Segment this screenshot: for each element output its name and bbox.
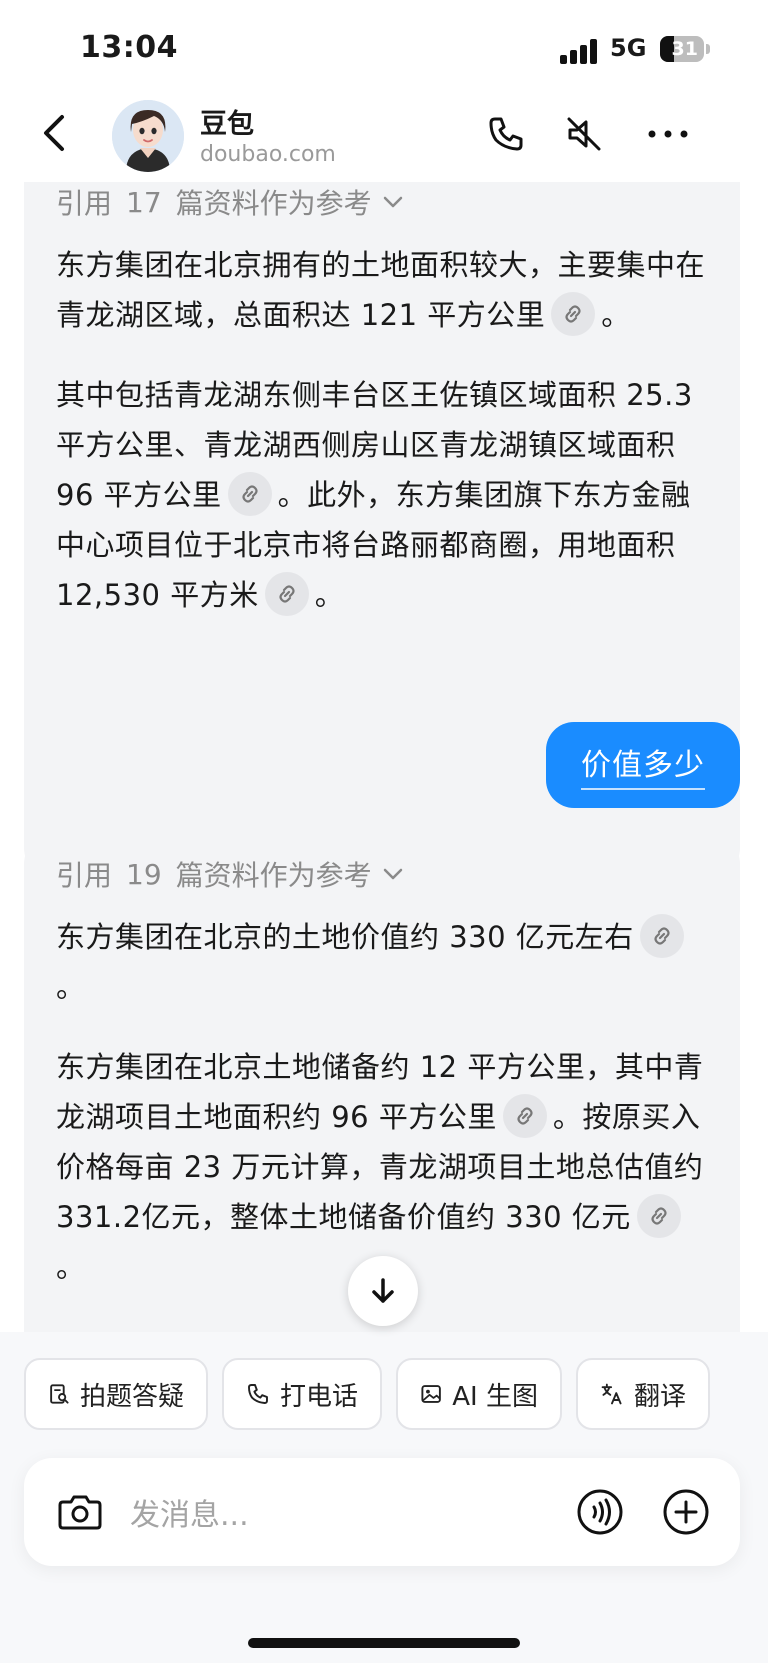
ref-count: 19 [126, 857, 162, 891]
phone-icon [248, 1384, 268, 1404]
citation-link-icon[interactable] [264, 572, 309, 616]
chevron-down-icon [383, 196, 402, 208]
message-input[interactable]: 发消息... [130, 1490, 249, 1534]
avatar[interactable] [112, 100, 184, 172]
ref-count: 17 [126, 185, 162, 219]
more-icon [648, 130, 688, 138]
paragraph-text: 。 [56, 970, 86, 1004]
citation-link-icon[interactable] [227, 472, 272, 516]
message-paragraph: 东方集团在北京拥有的土地面积较大，主要集中在青龙湖区域，总面积达 121 平方公… [56, 240, 708, 340]
battery-icon: 31 [660, 36, 704, 62]
citation-link-icon[interactable] [502, 1094, 547, 1138]
chat-title: 豆包 [200, 109, 254, 140]
voice-button[interactable] [574, 1486, 626, 1538]
message-paragraph: 东方集团在北京的土地价值约 330 亿元左右。 [56, 912, 708, 1012]
network-type: 5G [610, 34, 647, 62]
bottom-panel: 拍题答疑 打电话 AI 生图 翻译 发消息... [0, 1332, 768, 1663]
quick-action-label: 翻译 [633, 1381, 686, 1412]
signal-icon [560, 38, 600, 64]
mute-icon [567, 117, 601, 151]
user-message[interactable]: 价值多少 [546, 722, 740, 808]
back-arrow-icon [44, 115, 64, 151]
phone-icon [489, 117, 523, 151]
quick-action-label: 拍题答疑 [79, 1381, 184, 1412]
voice-icon [577, 1489, 623, 1535]
paragraph-text: 。 [314, 578, 345, 612]
translate-icon [601, 1383, 622, 1405]
mute-button[interactable] [560, 110, 608, 158]
plus-icon [663, 1489, 709, 1535]
paragraph-text: 。 [56, 1250, 86, 1284]
message-input-bar: 发消息... [24, 1458, 740, 1566]
paragraph-text: 东方集团在北京的土地价值约 330 亿元左右 [56, 920, 634, 954]
citation-link-icon[interactable] [636, 1194, 681, 1238]
ref-prefix: 引用 [56, 187, 113, 220]
paragraph-text: 。 [601, 298, 631, 332]
scroll-to-bottom-button[interactable] [348, 1256, 418, 1326]
ref-prefix: 引用 [56, 859, 113, 892]
quick-action-label: 打电话 [279, 1381, 358, 1412]
camera-button[interactable] [54, 1486, 106, 1538]
reference-toggle[interactable]: 引用 19 篇资料作为参考 [56, 854, 708, 894]
reference-toggle[interactable]: 引用 17 篇资料作为参考 [56, 182, 708, 222]
call-button[interactable] [482, 110, 530, 158]
citation-link-icon[interactable] [639, 914, 684, 958]
quick-action-photo-question[interactable]: 拍题答疑 [24, 1358, 208, 1430]
ref-suffix: 篇资料作为参考 [175, 859, 372, 892]
battery-nub [706, 44, 710, 54]
battery-level: 31 [671, 38, 698, 60]
status-bar: 13:04 5G 31 [0, 0, 768, 96]
quick-action-label: AI 生图 [452, 1381, 538, 1412]
chat-subtitle: doubao.com [200, 142, 336, 167]
home-indicator [248, 1638, 520, 1648]
status-time: 13:04 [80, 30, 178, 65]
quick-actions: 拍题答疑 打电话 AI 生图 翻译 [24, 1358, 768, 1430]
message-paragraph: 其中包括青龙湖东侧丰台区王佐镇区域面积 25.3 平方公里、青龙湖西侧房山区青龙… [56, 370, 708, 620]
chat-header: 豆包 doubao.com [0, 96, 768, 182]
chat-area[interactable]: 引用 17 篇资料作为参考 东方集团在北京拥有的土地面积较大，主要集中在青龙湖区… [0, 182, 768, 1332]
back-button[interactable] [30, 108, 80, 158]
message-paragraph: 东方集团在北京土地储备约 12 平方公里，其中青龙湖项目土地面积约 96 平方公… [56, 1042, 708, 1292]
chevron-down-icon [383, 868, 402, 880]
citation-link-icon[interactable] [551, 292, 596, 336]
quick-action-translate[interactable]: 翻译 [576, 1358, 710, 1430]
camera-icon [58, 1495, 102, 1530]
image-icon [421, 1385, 441, 1403]
arrow-down-icon [372, 1278, 394, 1303]
ref-suffix: 篇资料作为参考 [175, 187, 372, 220]
user-message-text: 价值多少 [581, 740, 705, 790]
more-button[interactable] [644, 110, 692, 158]
plus-button[interactable] [660, 1486, 712, 1538]
photo-search-icon [50, 1384, 69, 1404]
quick-action-ai-image[interactable]: AI 生图 [396, 1358, 562, 1430]
quick-action-call[interactable]: 打电话 [222, 1358, 382, 1430]
